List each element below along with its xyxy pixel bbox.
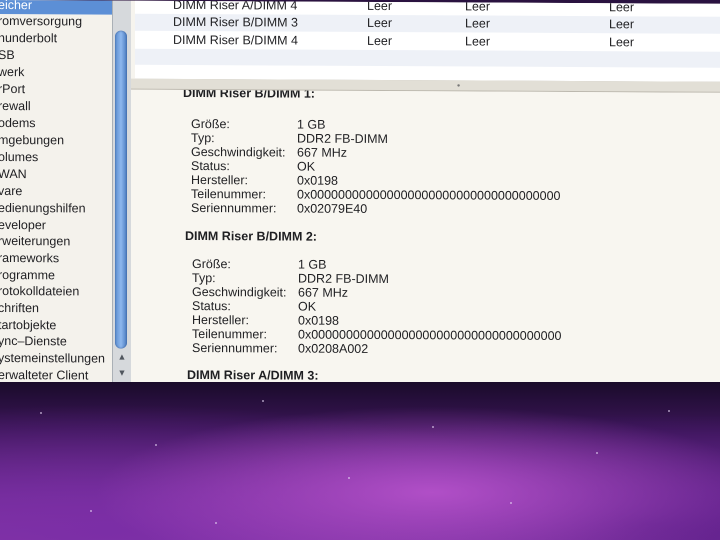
field-key: Teilenummer: [191, 187, 267, 202]
field-value: OK [298, 299, 317, 314]
sidebar-item-thunderbolt[interactable]: hunderbolt [0, 30, 112, 48]
field-value: 0x0198 [298, 313, 340, 328]
field-value: 0x000000000000000000000000000000000000 [297, 187, 561, 203]
section-heading: DIMM Riser B/DIMM 2: [185, 228, 317, 244]
field-key: Hersteller: [192, 313, 249, 328]
table-cell-name: DIMM Riser B/DIMM 3 [173, 14, 298, 30]
sidebar-item-usb[interactable]: SB [0, 47, 112, 65]
table-cell-name: DIMM Riser A/DIMM 4 [173, 0, 298, 13]
field-value: 0x0208A002 [298, 341, 369, 356]
table-cell: Leer [609, 17, 635, 32]
field-key: Status: [192, 299, 231, 314]
field-key: Typ: [191, 131, 215, 146]
sidebar-item-bedienungshilfen[interactable]: edienungshilfen [0, 200, 112, 218]
sidebar-item-volumes[interactable]: olumes [0, 149, 112, 167]
sidebar-item-umgebungen[interactable]: mgebungen [0, 132, 112, 150]
sidebar-item-verwalteter-client[interactable]: erwalteter Client [0, 367, 112, 383]
memory-table: DIMM Riser A/DIMM 4 Leer Leer Leer DIMM … [135, 0, 720, 83]
main-content: DIMM Riser A/DIMM 4 Leer Leer Leer DIMM … [131, 0, 720, 386]
field-value: 1 GB [298, 257, 327, 272]
field-key: Status: [191, 159, 230, 174]
sidebar-item-erweiterungen[interactable]: rweiterungen [0, 233, 112, 251]
star-sparkle [40, 412, 42, 414]
table-cell-name: DIMM Riser B/DIMM 4 [173, 32, 298, 48]
field-key: Hersteller: [191, 173, 248, 188]
star-sparkle [432, 426, 434, 428]
star-sparkle [155, 444, 157, 446]
sidebar: eicher romversorgung hunderbolt SB werk … [0, 0, 112, 383]
section-heading: DIMM Riser B/DIMM 1: [183, 89, 315, 101]
table-cell: Leer [465, 0, 491, 14]
field-value: 0x02079E40 [297, 201, 368, 216]
table-cell: Leer [367, 33, 393, 49]
table-row-empty [135, 48, 720, 68]
star-sparkle [262, 400, 264, 402]
field-key: Seriennummer: [192, 341, 278, 356]
star-sparkle [668, 410, 670, 412]
star-sparkle [596, 452, 598, 454]
field-value: 1 GB [297, 117, 326, 132]
field-key: Teilenummer: [192, 327, 268, 342]
sidebar-item-modems[interactable]: odems [0, 115, 112, 133]
scrollbar-thumb[interactable] [115, 30, 127, 349]
table-cell: Leer [465, 16, 491, 31]
star-sparkle [348, 477, 350, 479]
divider-handle-icon[interactable]: • [457, 80, 460, 90]
desktop-wallpaper [0, 382, 720, 540]
field-key: Geschwindigkeit: [191, 145, 286, 160]
table-cell: Leer [367, 15, 393, 31]
sidebar-item-startobjekte[interactable]: tartobjekte [0, 317, 112, 335]
scroll-up-arrow-icon[interactable]: ▲ [116, 351, 128, 363]
sidebar-item-developer[interactable]: eveloper [0, 217, 112, 235]
field-value: DDR2 FB-DIMM [297, 131, 388, 147]
sidebar-item-stromversorgung[interactable]: romversorgung [0, 13, 112, 31]
system-profiler-window: eicher romversorgung hunderbolt SB werk … [0, 0, 720, 386]
sidebar-item-protokolldateien[interactable]: rotokolldateien [0, 283, 112, 301]
table-cell: Leer [465, 34, 491, 49]
field-value: DDR2 FB-DIMM [298, 271, 389, 287]
star-sparkle [90, 510, 92, 512]
scroll-down-arrow-icon[interactable]: ▼ [116, 367, 128, 379]
sidebar-scrollbar[interactable]: ▲ ▼ [112, 0, 131, 383]
field-value: OK [297, 159, 316, 174]
field-value: 0x0198 [297, 173, 339, 188]
table-cell: Leer [609, 0, 635, 15]
table-cell: Leer [367, 0, 393, 14]
field-key: Typ: [192, 271, 216, 286]
sidebar-item-schriften[interactable]: chriften [0, 300, 112, 318]
sidebar-item-sync-dienste[interactable]: ync–Dienste [0, 333, 112, 351]
field-key: Größe: [192, 257, 231, 272]
field-value: 667 MHz [297, 145, 348, 160]
sidebar-item-software[interactable]: vare [0, 183, 112, 201]
sidebar-item-programme[interactable]: rogramme [0, 267, 112, 285]
field-key: Größe: [191, 117, 230, 132]
table-cell: Leer [609, 35, 635, 50]
field-key: Seriennummer: [191, 201, 277, 216]
field-value: 0x000000000000000000000000000000000000 [298, 327, 562, 343]
table-row[interactable]: DIMM Riser B/DIMM 3 Leer Leer Leer [135, 13, 720, 34]
sidebar-item-wwan[interactable]: WAN [0, 166, 112, 184]
sidebar-item-frameworks[interactable]: rameworks [0, 250, 112, 268]
sidebar-item-firewall[interactable]: rewall [0, 98, 112, 116]
section-heading: DIMM Riser A/DIMM 3: [187, 367, 319, 383]
detail-pane: DIMM Riser B/DIMM 1: Größe: 1 GB Typ: DD… [131, 89, 720, 386]
star-sparkle [510, 502, 512, 504]
star-sparkle [215, 522, 217, 524]
sidebar-item-systemeinstellungen[interactable]: ystemeinstellungen [0, 350, 112, 368]
sidebar-item-netzwerk[interactable]: werk [0, 64, 112, 82]
field-key: Geschwindigkeit: [192, 285, 287, 300]
field-value: 667 MHz [298, 285, 349, 300]
sidebar-item-airport[interactable]: rPort [0, 81, 112, 99]
